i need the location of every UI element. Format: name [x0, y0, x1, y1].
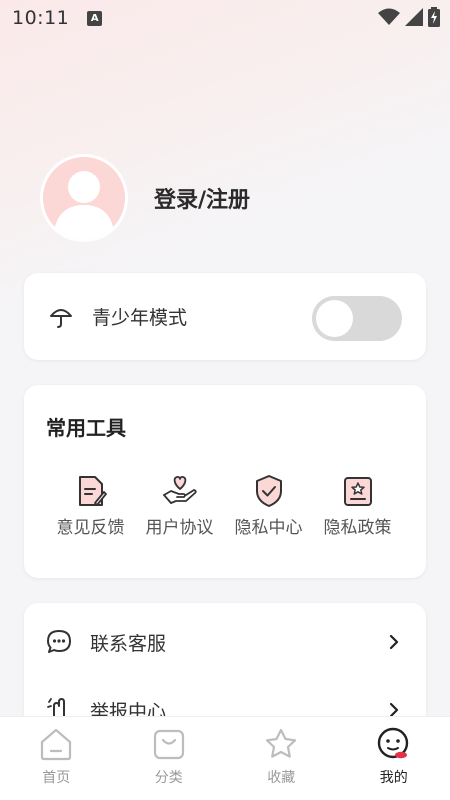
profile-face-icon — [377, 727, 408, 759]
chat-bubble-icon — [47, 630, 71, 653]
status-bar: 10:11 A — [0, 0, 450, 36]
heart-hand-icon — [162, 476, 197, 504]
star-icon — [266, 728, 297, 758]
battery-icon — [428, 7, 440, 27]
tool-label: 隐私中心 — [234, 518, 303, 538]
tab-home[interactable]: 首页 — [0, 717, 113, 800]
tab-mine[interactable]: 我的 — [338, 717, 450, 800]
toggle-knob — [316, 300, 353, 337]
feedback-document-icon — [78, 476, 107, 506]
category-bag-icon — [153, 729, 184, 760]
tool-label: 用户协议 — [145, 518, 214, 538]
umbrella-icon — [50, 308, 72, 328]
chevron-right-icon — [389, 634, 399, 650]
avatar[interactable] — [40, 154, 128, 242]
tab-category[interactable]: 分类 — [113, 717, 226, 800]
wifi-icon — [378, 8, 400, 25]
shield-check-icon — [255, 475, 282, 507]
bottom-tab-bar: 首页 分类 收藏 我的 — [0, 716, 450, 800]
tab-label: 收藏 — [267, 770, 296, 786]
tool-feedback[interactable]: 意见反馈 — [46, 473, 135, 538]
tools-title: 常用工具 — [46, 416, 126, 440]
signal-icon — [405, 8, 423, 26]
tab-label: 首页 — [42, 770, 71, 786]
policy-star-icon — [343, 477, 372, 506]
tab-label: 我的 — [379, 770, 408, 786]
teen-mode-label: 青少年模式 — [92, 307, 188, 329]
status-time: 10:11 — [12, 7, 70, 29]
home-icon — [41, 728, 72, 761]
tool-privacy-center[interactable]: 隐私中心 — [224, 473, 313, 538]
tab-favorites[interactable]: 收藏 — [225, 717, 338, 800]
teen-mode-card: 青少年模式 — [24, 273, 426, 360]
common-tools-card: 常用工具 意见反馈 用户协议 隐私中心 隐私政策 — [24, 385, 426, 578]
default-avatar-icon — [53, 171, 115, 239]
status-icons — [378, 7, 440, 27]
tool-label: 意见反馈 — [56, 518, 125, 538]
teen-mode-toggle[interactable] — [312, 296, 402, 341]
a-icon: A — [87, 10, 103, 26]
profile-header[interactable]: 登录/注册 — [40, 154, 250, 242]
login-register-link[interactable]: 登录/注册 — [154, 182, 250, 214]
menu-item-label: 联系客服 — [90, 632, 167, 655]
tool-privacy-policy[interactable]: 隐私政策 — [313, 473, 402, 538]
menu-item-customer-service[interactable]: 联系客服 — [24, 610, 426, 674]
tool-label: 隐私政策 — [323, 518, 392, 538]
tools-grid: 意见反馈 用户协议 隐私中心 隐私政策 — [24, 473, 426, 538]
tab-label: 分类 — [154, 770, 183, 786]
tool-user-agreement[interactable]: 用户协议 — [135, 473, 224, 538]
